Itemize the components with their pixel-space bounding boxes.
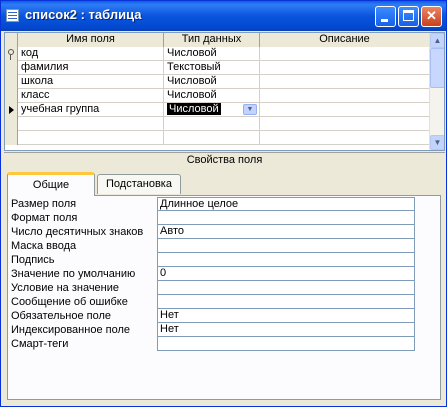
table-row[interactable]: класс Числовой [5, 89, 430, 103]
close-icon: ✕ [426, 8, 437, 23]
table-design-window: список2 : таблица ✕ Имя поля Тип данных … [0, 0, 447, 407]
property-label: Размер поля [11, 198, 77, 210]
minimize-icon [381, 19, 388, 22]
data-type-cell[interactable]: Числовой [164, 89, 260, 103]
property-value-field[interactable] [157, 337, 415, 351]
column-header-description[interactable]: Описание [260, 33, 430, 47]
property-value-field[interactable]: Нет [157, 323, 415, 337]
field-grid: Имя поля Тип данных Описание код Числово… [4, 32, 445, 151]
property-row: Обязательное поле Нет [11, 309, 415, 323]
property-label: Число десятичных знаков [11, 226, 144, 238]
column-header-data-type[interactable]: Тип данных [164, 33, 260, 47]
data-type-combobox[interactable]: Числовой ▼ [164, 103, 260, 117]
property-label: Индексированное поле [11, 324, 130, 336]
row-selector[interactable] [5, 75, 18, 89]
description-cell[interactable] [260, 103, 430, 117]
field-name-cell[interactable] [18, 131, 164, 145]
property-label: Формат поля [11, 212, 78, 224]
field-name-cell[interactable]: фамилия [18, 61, 164, 75]
title-bar[interactable]: список2 : таблица ✕ [1, 1, 446, 31]
maximize-icon [403, 10, 414, 21]
chevron-down-icon[interactable]: ▼ [243, 104, 257, 115]
property-label: Смарт-теги [11, 338, 69, 350]
scroll-thumb[interactable] [430, 48, 444, 88]
property-row: Индексированное поле Нет [11, 323, 415, 337]
field-name-cell[interactable]: школа [18, 75, 164, 89]
row-selector[interactable] [5, 131, 18, 145]
data-type-cell[interactable] [164, 117, 260, 131]
field-name-cell[interactable] [18, 117, 164, 131]
description-cell[interactable] [260, 75, 430, 89]
scroll-up-icon[interactable]: ▲ [430, 33, 444, 48]
data-type-cell[interactable]: Текстовый [164, 61, 260, 75]
property-label: Маска ввода [11, 240, 77, 252]
row-selector[interactable] [5, 117, 18, 131]
property-row: Сообщение об ошибке [11, 295, 415, 309]
data-type-cell[interactable] [164, 131, 260, 145]
property-label: Подпись [11, 254, 55, 266]
property-row: Число десятичных знаков Авто [11, 225, 415, 239]
minimize-button[interactable] [375, 6, 396, 27]
key-icon [8, 49, 14, 60]
data-type-value: Числовой [167, 103, 221, 115]
property-label: Обязательное поле [11, 310, 112, 322]
table-row-empty[interactable] [5, 131, 430, 145]
row-selector[interactable] [5, 103, 18, 117]
general-properties-panel: Размер поля Длинное целое Формат поля Чи… [7, 195, 441, 400]
property-row: Маска ввода [11, 239, 415, 253]
description-cell[interactable] [260, 61, 430, 75]
property-row: Значение по умолчанию 0 [11, 267, 415, 281]
table-row[interactable]: школа Числовой [5, 75, 430, 89]
description-cell[interactable] [260, 131, 430, 145]
property-label: Значение по умолчанию [11, 268, 136, 280]
column-header-field-name[interactable]: Имя поля [18, 33, 164, 47]
current-row-arrow-icon [9, 106, 14, 114]
tab-general[interactable]: Общие [7, 172, 95, 196]
field-name-cell[interactable]: код [18, 47, 164, 61]
property-row: Смарт-теги [11, 337, 415, 351]
data-type-cell[interactable]: Числовой [164, 47, 260, 61]
property-label: Сообщение об ошибке [11, 296, 128, 308]
window-title: список2 : таблица [25, 7, 142, 22]
table-row-current[interactable]: учебная группа Числовой ▼ [5, 103, 430, 117]
property-value-field[interactable]: Нет [157, 309, 415, 323]
description-cell[interactable] [260, 89, 430, 103]
scroll-down-icon[interactable]: ▼ [430, 135, 444, 150]
description-cell[interactable] [260, 47, 430, 61]
table-icon [6, 9, 19, 22]
property-row: Формат поля [11, 211, 415, 225]
property-row: Условие на значение [11, 281, 415, 295]
property-label: Условие на значение [11, 282, 120, 294]
row-selector[interactable] [5, 89, 18, 103]
property-value-field[interactable] [157, 281, 415, 295]
property-value-field[interactable]: 0 [157, 267, 415, 281]
property-value-field[interactable] [157, 295, 415, 309]
row-selector[interactable] [5, 61, 18, 75]
grid-header: Имя поля Тип данных Описание [5, 33, 430, 47]
field-name-cell[interactable]: класс [18, 89, 164, 103]
close-button[interactable]: ✕ [421, 6, 442, 27]
description-cell[interactable] [260, 117, 430, 131]
table-row[interactable]: фамилия Текстовый [5, 61, 430, 75]
maximize-button[interactable] [398, 6, 419, 27]
field-name-cell[interactable]: учебная группа [18, 103, 164, 117]
property-value-field[interactable] [157, 239, 415, 253]
property-row: Подпись [11, 253, 415, 267]
table-row-empty[interactable] [5, 117, 430, 131]
property-value-field[interactable] [157, 211, 415, 225]
tab-lookup[interactable]: Подстановка [97, 174, 181, 194]
property-value-field[interactable]: Авто [157, 225, 415, 239]
table-row[interactable]: код Числовой [5, 47, 430, 61]
vertical-scrollbar[interactable]: ▲ ▼ [429, 33, 444, 150]
property-row: Размер поля Длинное целое [11, 197, 415, 211]
field-properties-title: Свойства поля [4, 152, 445, 166]
property-value-field[interactable] [157, 253, 415, 267]
property-value-field[interactable]: Длинное целое [157, 197, 415, 211]
row-selector[interactable] [5, 47, 18, 61]
row-selector-header[interactable] [5, 33, 18, 47]
data-type-cell[interactable]: Числовой [164, 75, 260, 89]
